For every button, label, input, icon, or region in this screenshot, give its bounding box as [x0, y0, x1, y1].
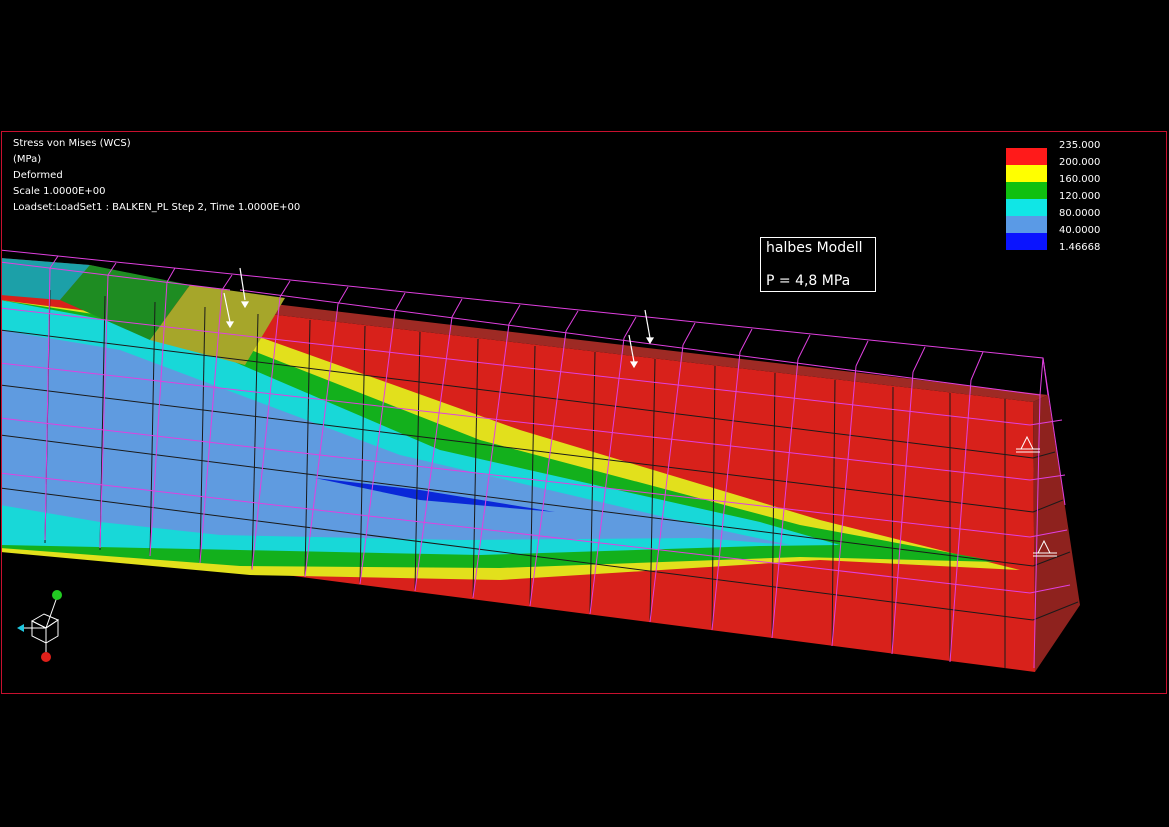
annotation-line-2: P = 4,8 MPa [766, 273, 851, 289]
legend-label: 80.0000 [1059, 208, 1101, 219]
deformation-scale: Scale 1.0000E+00 [13, 186, 106, 197]
legend-swatch-cyan [1006, 199, 1047, 216]
fem-model-view[interactable] [0, 0, 1169, 827]
legend-swatch-green [1006, 182, 1047, 199]
display-mode: Deformed [13, 170, 63, 181]
legend-label: 1.46668 [1059, 242, 1101, 253]
legend-label: 235.000 [1059, 140, 1101, 151]
legend-swatch-lightblue [1006, 216, 1047, 233]
coordinate-triad-icon [17, 590, 62, 662]
result-unit: (MPa) [13, 154, 42, 165]
beam-end-face [1033, 395, 1080, 672]
legend-swatch-red [1006, 148, 1047, 165]
legend-swatch-blue [1006, 233, 1047, 250]
result-info-panel: Stress von Mises (WCS) (MPa) Deformed Sc… [13, 136, 300, 216]
legend-label: 200.000 [1059, 157, 1101, 168]
legend-label: 40.0000 [1059, 225, 1101, 236]
legend-swatch-yellow [1006, 165, 1047, 182]
legend-label: 160.000 [1059, 174, 1101, 185]
annotation-note[interactable]: halbes Modell P = 4,8 MPa [760, 237, 876, 292]
annotation-line-1: halbes Modell [766, 240, 863, 256]
result-title: Stress von Mises (WCS) [13, 138, 131, 149]
loadset-info: Loadset:LoadSet1 : BALKEN_PL Step 2, Tim… [13, 202, 301, 213]
legend-label: 120.000 [1059, 191, 1101, 202]
